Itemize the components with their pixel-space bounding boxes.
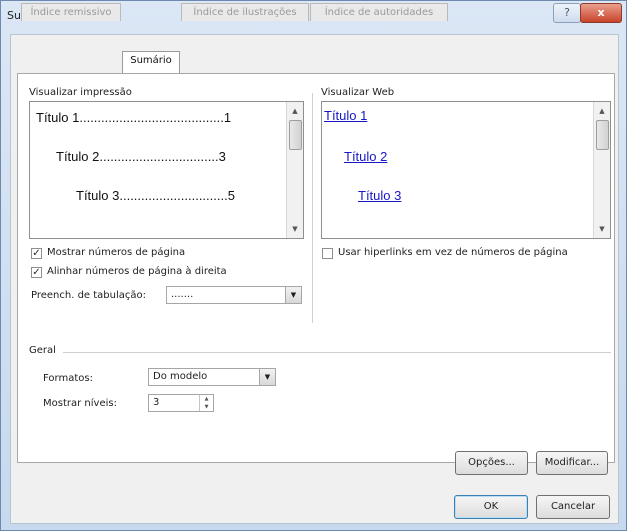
web-link-1[interactable]: Título 1 (324, 108, 367, 123)
tab-authorities[interactable]: Índice de autoridades (310, 3, 448, 21)
use-hyperlinks-checkbox[interactable] (322, 248, 333, 259)
column-divider (312, 93, 313, 323)
scroll-up-icon[interactable]: ▲ (594, 104, 610, 118)
general-divider (63, 352, 611, 353)
print-entry-2: Título 2................................… (56, 149, 226, 164)
right-align-label[interactable]: Alinhar números de página à direita (47, 266, 227, 277)
show-page-numbers-label[interactable]: Mostrar números de página (47, 247, 185, 258)
help-icon: ? (564, 6, 570, 19)
scroll-thumb[interactable] (289, 120, 302, 150)
scroll-thumb[interactable] (596, 120, 609, 150)
print-preview-box[interactable]: Título 1................................… (29, 101, 304, 239)
chevron-down-icon[interactable]: ▼ (259, 369, 275, 385)
print-entry-3: Título 3..............................5 (76, 188, 235, 203)
show-levels-spinner[interactable]: 3 ▲ ▼ (148, 394, 214, 412)
close-button[interactable]: x (580, 3, 622, 23)
spinner-buttons[interactable]: ▲ ▼ (199, 395, 213, 411)
use-hyperlinks-label[interactable]: Usar hiperlinks em vez de números de pág… (338, 247, 568, 258)
web-preview-label: Visualizar Web (321, 87, 395, 98)
tab-leader-value: ....... (171, 289, 194, 300)
tab-leader-select[interactable]: ....... ▼ (166, 286, 302, 304)
tab-illustrations[interactable]: Índice de ilustrações (181, 3, 309, 21)
close-icon: x (597, 6, 605, 19)
scroll-down-icon[interactable]: ▼ (287, 222, 303, 236)
right-align-checkbox[interactable]: ✓ (31, 267, 42, 278)
print-entry-1: Título 1................................… (36, 110, 232, 125)
cancel-button[interactable]: Cancelar (536, 495, 610, 519)
ok-button[interactable]: OK (454, 495, 528, 519)
formats-value: Do modelo (153, 371, 208, 382)
web-link-3[interactable]: Título 3 (358, 188, 401, 203)
checkmark-icon: ✓ (32, 267, 41, 278)
scroll-down-icon[interactable]: ▼ (594, 222, 610, 236)
tab-index[interactable]: Índice remissivo (21, 3, 121, 21)
tab-leader-label: Preench. de tabulação: (31, 290, 147, 301)
show-levels-value: 3 (153, 397, 160, 408)
show-levels-label: Mostrar níveis: (43, 398, 117, 409)
chevron-down-icon[interactable]: ▼ (285, 287, 301, 303)
show-page-numbers-checkbox[interactable]: ✓ (31, 248, 42, 259)
web-preview-box[interactable]: Título 1 Título 2 Título 3 ▲ ▼ (321, 101, 611, 239)
checkmark-icon: ✓ (32, 248, 41, 259)
options-button[interactable]: Opções... (455, 451, 528, 475)
formats-label: Formatos: (43, 373, 93, 384)
web-preview-scrollbar[interactable]: ▲ ▼ (593, 102, 610, 238)
general-section-label: Geral (29, 345, 56, 356)
help-button[interactable]: ? (553, 3, 581, 23)
print-preview-scrollbar[interactable]: ▲ ▼ (286, 102, 303, 238)
tab-toc[interactable]: Sumário (122, 51, 180, 73)
formats-select[interactable]: Do modelo ▼ (148, 368, 276, 386)
spin-up-icon[interactable]: ▲ (200, 395, 213, 403)
web-link-2[interactable]: Título 2 (344, 149, 387, 164)
modify-button[interactable]: Modificar... (536, 451, 608, 475)
scroll-up-icon[interactable]: ▲ (287, 104, 303, 118)
toc-dialog: Sumário ? x Índice remissivo Sumário Índ… (0, 0, 627, 531)
print-preview-label: Visualizar impressão (29, 87, 132, 98)
spin-down-icon[interactable]: ▼ (200, 403, 213, 411)
